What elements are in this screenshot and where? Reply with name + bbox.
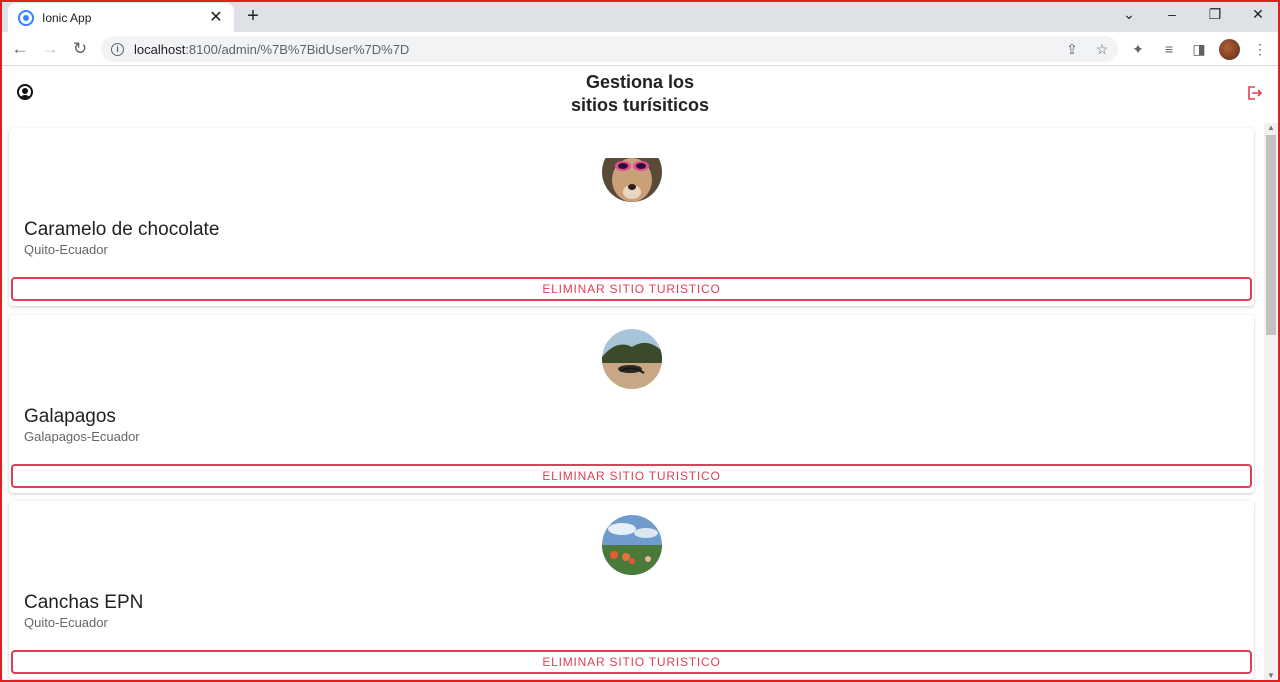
tab-strip: Ionic App ✕ + ⌄ – ❐ ✕ (0, 0, 1280, 32)
close-tab-icon[interactable]: ✕ (208, 9, 224, 26)
close-window-button[interactable]: ✕ (1247, 4, 1269, 24)
scrollbar[interactable]: ▲ ▼ (1264, 123, 1278, 682)
scroll-up-icon[interactable]: ▲ (1267, 123, 1275, 132)
scroll-down-icon[interactable]: ▼ (1267, 671, 1275, 680)
tab-title: Ionic App (42, 10, 92, 25)
extensions-icon[interactable]: ✦ (1128, 39, 1148, 59)
reading-list-icon[interactable]: ≡ (1159, 39, 1179, 59)
share-icon[interactable]: ⇪ (1062, 39, 1082, 59)
delete-place-button[interactable]: ELIMINAR SITIO TURISTICO (11, 650, 1252, 674)
dog-photo-icon (602, 142, 662, 202)
place-card: Galapagos Galapagos-Ecuador ELIMINAR SIT… (9, 315, 1254, 493)
browser-tab[interactable]: Ionic App ✕ (8, 3, 234, 32)
delete-place-button[interactable]: ELIMINAR SITIO TURISTICO (11, 277, 1252, 301)
place-image (602, 515, 662, 575)
scroll-thumb[interactable] (1266, 135, 1276, 335)
reload-icon[interactable]: ↻ (69, 38, 91, 60)
place-card: Canchas EPN Quito-Ecuador ELIMINAR SITIO… (9, 501, 1254, 679)
place-location: Quito-Ecuador (24, 242, 108, 257)
url-text: localhost:8100/admin/%7B%7BidUser%7D%7D (134, 41, 410, 57)
back-icon[interactable]: ← (9, 38, 31, 60)
bookmark-star-icon[interactable]: ☆ (1092, 39, 1112, 59)
forward-icon[interactable]: → (39, 38, 61, 60)
minimize-button[interactable]: – (1161, 4, 1183, 24)
new-tab-button[interactable]: + (243, 6, 263, 26)
menu-kebab-icon[interactable]: ⋮ (1250, 39, 1270, 59)
iguana-beach-photo-icon (602, 329, 662, 389)
places-list: Caramelo de chocolate Quito-Ecuador ELIM… (2, 123, 1264, 682)
side-panel-icon[interactable]: ◨ (1189, 39, 1209, 59)
flowers-sky-photo-icon (602, 515, 662, 575)
place-image (602, 142, 662, 202)
place-card: Caramelo de chocolate Quito-Ecuador ELIM… (9, 128, 1254, 306)
place-name: Canchas EPN (24, 592, 144, 613)
logout-icon[interactable] (1246, 85, 1262, 101)
ionic-favicon-icon (18, 9, 34, 26)
address-bar[interactable]: i localhost:8100/admin/%7B%7BidUser%7D%7… (101, 36, 1118, 62)
page-title: Gestiona los sitios turísiticos (570, 72, 710, 115)
place-image (602, 329, 662, 389)
site-info-icon[interactable]: i (111, 42, 124, 56)
browser-toolbar: ← → ↻ i localhost:8100/admin/%7B%7BidUse… (0, 32, 1280, 66)
app-header: Gestiona los sitios turísiticos (2, 67, 1278, 123)
place-name: Caramelo de chocolate (24, 219, 220, 240)
restore-button[interactable]: ❐ (1204, 4, 1226, 24)
tab-search-icon[interactable]: ⌄ (1118, 4, 1140, 24)
profile-avatar[interactable] (1219, 39, 1240, 60)
place-name: Galapagos (24, 406, 116, 427)
place-location: Quito-Ecuador (24, 615, 108, 630)
delete-place-button[interactable]: ELIMINAR SITIO TURISTICO (11, 464, 1252, 488)
place-location: Galapagos-Ecuador (24, 429, 140, 444)
